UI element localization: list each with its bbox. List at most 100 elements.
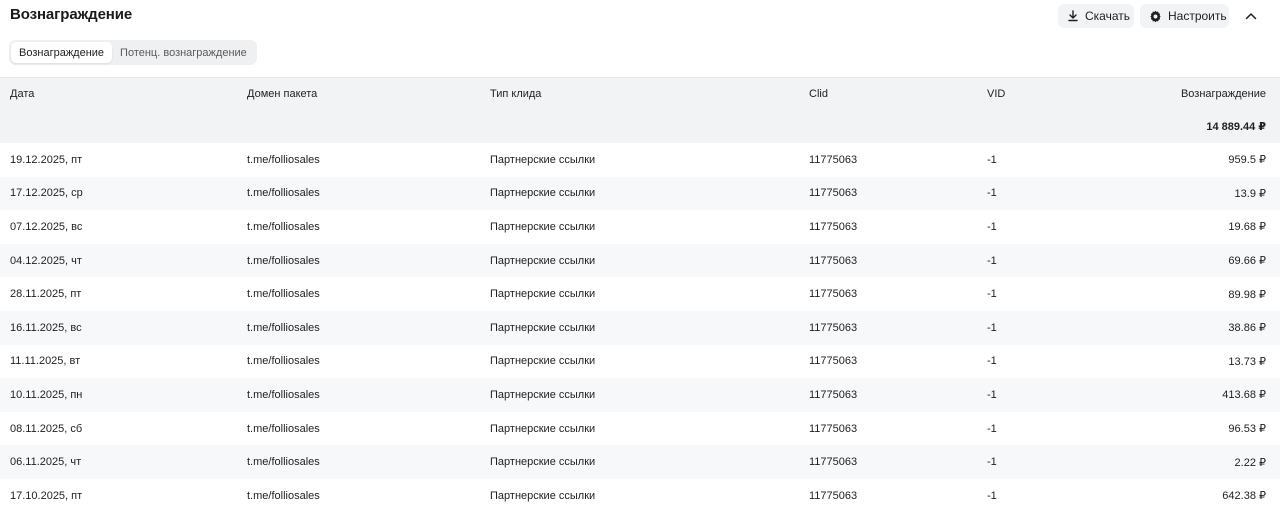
table-row: 19.12.2025, пт t.me/folliosales Партнерс… [0,143,1280,177]
cell-reward: 96.53 ₽ [1228,423,1266,436]
rewards-table: Дата Домен пакета Тип клида Clid VID Воз… [0,77,1280,513]
total-row: 14 889.44 ₽ [0,110,1280,143]
table-header: Дата Домен пакета Тип клида Clid VID Воз… [0,77,1280,110]
cell-domain: t.me/folliosales [247,220,320,233]
cell-vid: -1 [987,422,997,435]
cell-date: 06.11.2025, чт [10,456,82,469]
cell-date: 04.12.2025, чт [10,254,82,267]
settings-button[interactable]: Настроить [1140,4,1229,28]
table-row: 06.11.2025, чт t.me/folliosales Партнерс… [0,445,1280,479]
column-header-reward[interactable]: Вознаграждение [1181,78,1266,110]
cell-clid: 11775063 [809,153,858,166]
cell-clid: 11775063 [809,456,858,469]
table-row: 11.11.2025, вт t.me/folliosales Партнерс… [0,344,1280,379]
cell-domain: t.me/folliosales [247,288,320,301]
cell-vid: -1 [987,355,997,368]
column-header-clid[interactable]: Clid [809,78,828,110]
cell-clid: 11775063 [809,321,858,334]
cell-reward: 2.22 ₽ [1234,456,1266,469]
cell-vid: -1 [987,388,997,401]
cell-clid-type: Партнерские ссылки [490,187,596,200]
chevron-up-icon [1245,7,1257,25]
cell-clid: 11775063 [809,422,858,435]
cell-vid: -1 [987,489,997,502]
column-header-vid[interactable]: VID [987,78,1005,110]
cell-clid-type: Партнерские ссылки [490,388,596,401]
cell-reward: 413.68 ₽ [1222,389,1266,402]
cell-reward: 13.9 ₽ [1234,187,1266,200]
cell-domain: t.me/folliosales [247,321,320,334]
cell-clid: 11775063 [809,489,858,502]
tab-reward[interactable]: Вознаграждение [11,42,113,63]
cell-domain: t.me/folliosales [247,388,320,401]
cell-clid: 11775063 [809,288,858,301]
column-header-clid-type[interactable]: Тип клида [490,78,541,110]
column-header-domain[interactable]: Домен пакета [247,78,317,110]
cell-clid: 11775063 [809,355,858,368]
cell-reward: 38.86 ₽ [1228,322,1266,335]
cell-vid: -1 [987,254,997,267]
download-icon [1067,10,1079,22]
cell-reward: 642.38 ₽ [1222,490,1266,503]
cell-clid: 11775063 [809,220,858,233]
cell-clid-type: Партнерские ссылки [490,220,596,233]
cell-date: 17.10.2025, пт [10,489,83,502]
table-row: 08.11.2025, сб t.me/folliosales Партнерс… [0,411,1280,446]
cell-reward: 13.73 ₽ [1228,355,1266,368]
cell-domain: t.me/folliosales [247,422,320,435]
cell-domain: t.me/folliosales [247,456,320,469]
cell-date: 19.12.2025, пт [10,153,83,166]
table-row: 28.11.2025, пт t.me/folliosales Партнерс… [0,277,1280,311]
collapse-button[interactable] [1240,5,1262,27]
download-label: Скачать [1085,9,1130,23]
cell-date: 10.11.2025, пн [10,388,83,401]
cell-reward: 959.5 ₽ [1228,154,1266,167]
cell-clid-type: Партнерские ссылки [490,254,596,267]
tab-potential-reward[interactable]: Потенц. вознаграждение [112,42,255,63]
tabs: Вознаграждение Потенц. вознаграждение [9,40,257,65]
cell-date: 28.11.2025, пт [10,288,82,301]
table-row: 17.10.2025, пт t.me/folliosales Партнерс… [0,478,1280,513]
cell-clid-type: Партнерские ссылки [490,153,596,166]
cell-clid-type: Партнерские ссылки [490,489,596,502]
cell-clid-type: Партнерские ссылки [490,355,596,368]
table-row: 07.12.2025, вс t.me/folliosales Партнерс… [0,210,1280,244]
cell-vid: -1 [987,153,997,166]
cell-vid: -1 [987,288,997,301]
cell-vid: -1 [987,321,997,334]
cell-reward: 69.66 ₽ [1228,255,1266,268]
page-header: Вознаграждение Скачать Настроить [0,0,1280,36]
cell-clid: 11775063 [809,388,858,401]
cell-date: 07.12.2025, вс [10,220,83,233]
page-title: Вознаграждение [10,6,133,23]
cell-clid-type: Партнерские ссылки [490,456,596,469]
cell-reward: 89.98 ₽ [1228,288,1266,301]
cell-clid: 11775063 [809,254,858,267]
cell-domain: t.me/folliosales [247,489,320,502]
cell-domain: t.me/folliosales [247,153,320,166]
gear-icon [1149,10,1162,23]
table-row: 17.12.2025, ср t.me/folliosales Партнерс… [0,176,1280,211]
cell-reward: 19.68 ₽ [1228,221,1266,234]
cell-vid: -1 [987,220,997,233]
cell-clid-type: Партнерские ссылки [490,422,596,435]
cell-domain: t.me/folliosales [247,254,320,267]
cell-domain: t.me/folliosales [247,187,320,200]
cell-date: 11.11.2025, вт [10,355,81,368]
column-header-date[interactable]: Дата [10,78,34,110]
cell-vid: -1 [987,187,997,200]
cell-domain: t.me/folliosales [247,355,320,368]
cell-date: 17.12.2025, ср [10,187,83,200]
cell-clid-type: Партнерские ссылки [490,321,596,334]
cell-vid: -1 [987,456,997,469]
cell-date: 08.11.2025, сб [10,422,83,435]
cell-date: 16.11.2025, вс [10,321,82,334]
table-row: 10.11.2025, пн t.me/folliosales Партнерс… [0,378,1280,412]
total-reward: 14 889.44 ₽ [1206,121,1266,133]
table-row: 16.11.2025, вс t.me/folliosales Партнерс… [0,310,1280,345]
settings-label: Настроить [1168,9,1227,23]
download-button[interactable]: Скачать [1058,4,1134,28]
cell-clid: 11775063 [809,187,858,200]
table-row: 04.12.2025, чт t.me/folliosales Партнерс… [0,243,1280,278]
cell-clid-type: Партнерские ссылки [490,288,596,301]
